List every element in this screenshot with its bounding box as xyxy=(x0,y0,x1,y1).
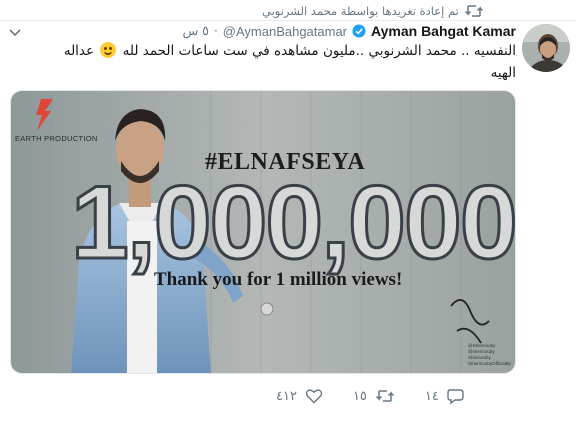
media-big-number: 1,000,000 xyxy=(70,165,516,281)
tweet-text: النفسيه .. محمد الشرنوبي ..مليون مشاهده … xyxy=(36,40,516,84)
media-social-handles: @Sherinouby @sherinouby Sherinouby /Sher… xyxy=(468,343,511,367)
divider xyxy=(0,20,576,21)
reply-button[interactable]: ١٤ xyxy=(425,388,465,404)
retweet-button[interactable]: ١٥ xyxy=(353,388,395,404)
reply-count: ١٤ xyxy=(424,388,439,404)
tweet-actions: ١٤ ١٥ ٤١٢ xyxy=(276,386,516,406)
author-handle[interactable]: @AymanBahgatamar xyxy=(223,24,347,39)
verified-badge-icon xyxy=(352,24,366,38)
separator-dot: · xyxy=(213,24,218,38)
reply-icon xyxy=(447,388,465,404)
chevron-down-icon[interactable] xyxy=(8,24,22,38)
retweet-context: تم إعادة تغريدها بواسطة محمد الشرنوبي xyxy=(262,4,562,18)
heart-icon xyxy=(305,388,323,404)
tweet-media-image[interactable]: EARTH PRODUCTION #ELNAFSEYA 1,000,000 Th… xyxy=(10,90,516,374)
retweet-context-text[interactable]: تم إعادة تغريدها بواسطة محمد الشرنوبي xyxy=(262,4,459,18)
tweet-text-main: النفسيه .. محمد الشرنوبي ..مليون مشاهده … xyxy=(122,43,516,59)
retweet-icon xyxy=(464,4,483,18)
smiling-face-emoji-icon xyxy=(100,42,117,58)
social-line: /SherinoubyOfficialBy xyxy=(468,361,511,366)
tweet-header: ٥ س · @AymanBahgatamar Ayman Bahgat Kama… xyxy=(46,22,516,40)
tweet-time[interactable]: ٥ س xyxy=(182,23,208,39)
media-thanks-text: Thank you for 1 million views! xyxy=(154,269,403,290)
like-count: ٤١٢ xyxy=(276,388,297,404)
retweet-action-icon xyxy=(375,388,395,404)
earth-production-logo-text: EARTH PRODUCTION xyxy=(15,134,98,143)
avatar[interactable] xyxy=(522,24,570,72)
author-name[interactable]: Ayman Bahgat Kamar xyxy=(371,23,516,39)
like-button[interactable]: ٤١٢ xyxy=(276,388,323,404)
retweet-count: ١٥ xyxy=(352,388,367,404)
